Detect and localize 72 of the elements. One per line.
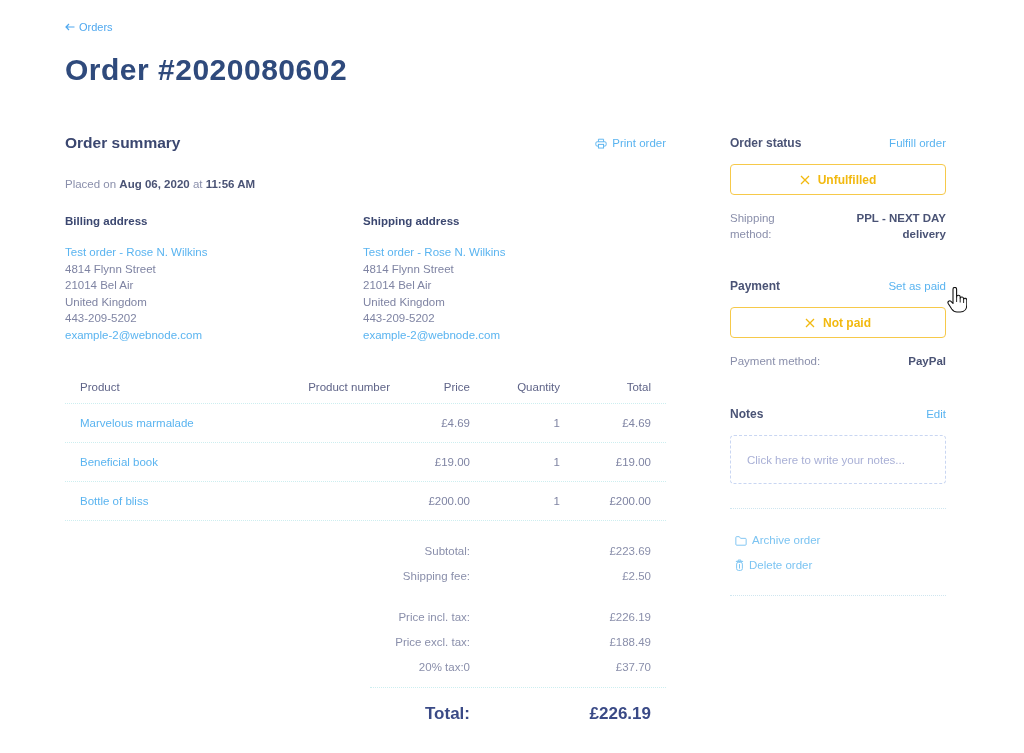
detail-label: Payment method: [730,354,821,369]
email-link[interactable]: example-2@webnode.com [65,326,202,343]
cross-icon [805,317,815,328]
column-header: Product number [308,380,390,393]
total-label: 20% tax:0 [418,660,470,673]
status-text: Not paid [823,315,871,330]
product-link[interactable]: Bottle of bliss [80,495,149,507]
address-line: United Kingdom [65,294,147,310]
folder-icon [735,534,747,546]
page-title: Order #2020080602 [65,53,348,87]
grand-total-value: £226.19 [589,704,651,724]
column-header: Quantity [517,380,560,393]
table-cell: 1 [553,456,560,468]
product-link[interactable]: Marvelous marmalade [80,417,194,429]
print-order-link[interactable]: Print order [595,137,666,149]
total-label: Shipping fee: [402,569,470,582]
total-label: Price incl. tax: [398,610,470,623]
total-value: £188.49 [609,635,651,648]
address-line: 21014 Bel Air [363,278,432,293]
status-text: Unfulfilled [817,172,877,187]
table-cell: 1 [553,495,560,507]
delete-order-link[interactable]: Delete order [730,555,813,575]
address-line: United Kingdom [363,294,445,310]
table-cell: £4.69 [441,417,470,429]
arrow-left-icon [65,23,75,31]
total-value: £2.50 [622,569,651,582]
address-heading: Billing address [65,214,148,228]
address-line: 21014 Bel Air [65,278,134,293]
grand-total-label: Total: [425,704,470,724]
customer-name-link[interactable]: Test order - Rose N. Wilkins [363,244,506,261]
panel-heading: Notes [730,407,764,421]
address-line: 443-209-5202 [65,311,137,326]
trash-icon [735,559,744,571]
status-badge[interactable]: Not paid [730,307,946,338]
total-label: Subtotal: [424,544,470,557]
edit-link[interactable]: Edit [926,408,946,420]
product-link[interactable]: Beneficial book [80,456,158,468]
hand-pointer-icon [947,287,967,313]
address-heading: Shipping address [363,214,460,228]
total-value: £226.19 [609,610,651,623]
column-header: Price [443,380,470,393]
panel-action-link[interactable]: Set as paid [888,280,946,292]
customer-name-link[interactable]: Test order - Rose N. Wilkins [65,244,208,261]
panel-heading: Payment [730,279,781,293]
placed-on-text: Placed on Aug 06, 2020 at 11:56 AM [65,177,256,191]
archive-order-link[interactable]: Archive order [730,530,821,550]
detail-label: Shipping method: [730,211,776,242]
notes-field[interactable]: Click here to write your notes... [730,435,946,484]
printer-icon [595,137,608,149]
address-line: 4814 Flynn Street [363,261,454,277]
address-line: 443-209-5202 [363,311,435,326]
detail-value: PPL - NEXT DAY delivery [855,211,946,242]
column-header: Total [626,380,651,393]
back-link[interactable]: Orders [65,20,113,34]
table-cell: £19.00 [434,456,470,468]
table-cell: 1 [553,417,560,429]
cross-icon [799,174,810,185]
section-heading: Order summary [65,134,181,152]
total-label: Price excl. tax: [395,635,470,648]
total-value: £223.69 [609,544,651,557]
table-cell: £200.00 [609,495,651,507]
status-badge[interactable]: Unfulfilled [730,164,946,195]
total-value: £37.70 [615,660,651,673]
address-line: 4814 Flynn Street [65,261,156,277]
table-cell: £19.00 [615,456,651,468]
panel-action-link[interactable]: Fulfill order [889,137,946,149]
table-cell: £200.00 [428,495,470,507]
detail-value: PayPal [908,354,946,369]
email-link[interactable]: example-2@webnode.com [363,326,500,343]
panel-heading: Order status [730,136,802,150]
table-cell: £4.69 [622,417,651,429]
column-header: Product [80,380,120,393]
